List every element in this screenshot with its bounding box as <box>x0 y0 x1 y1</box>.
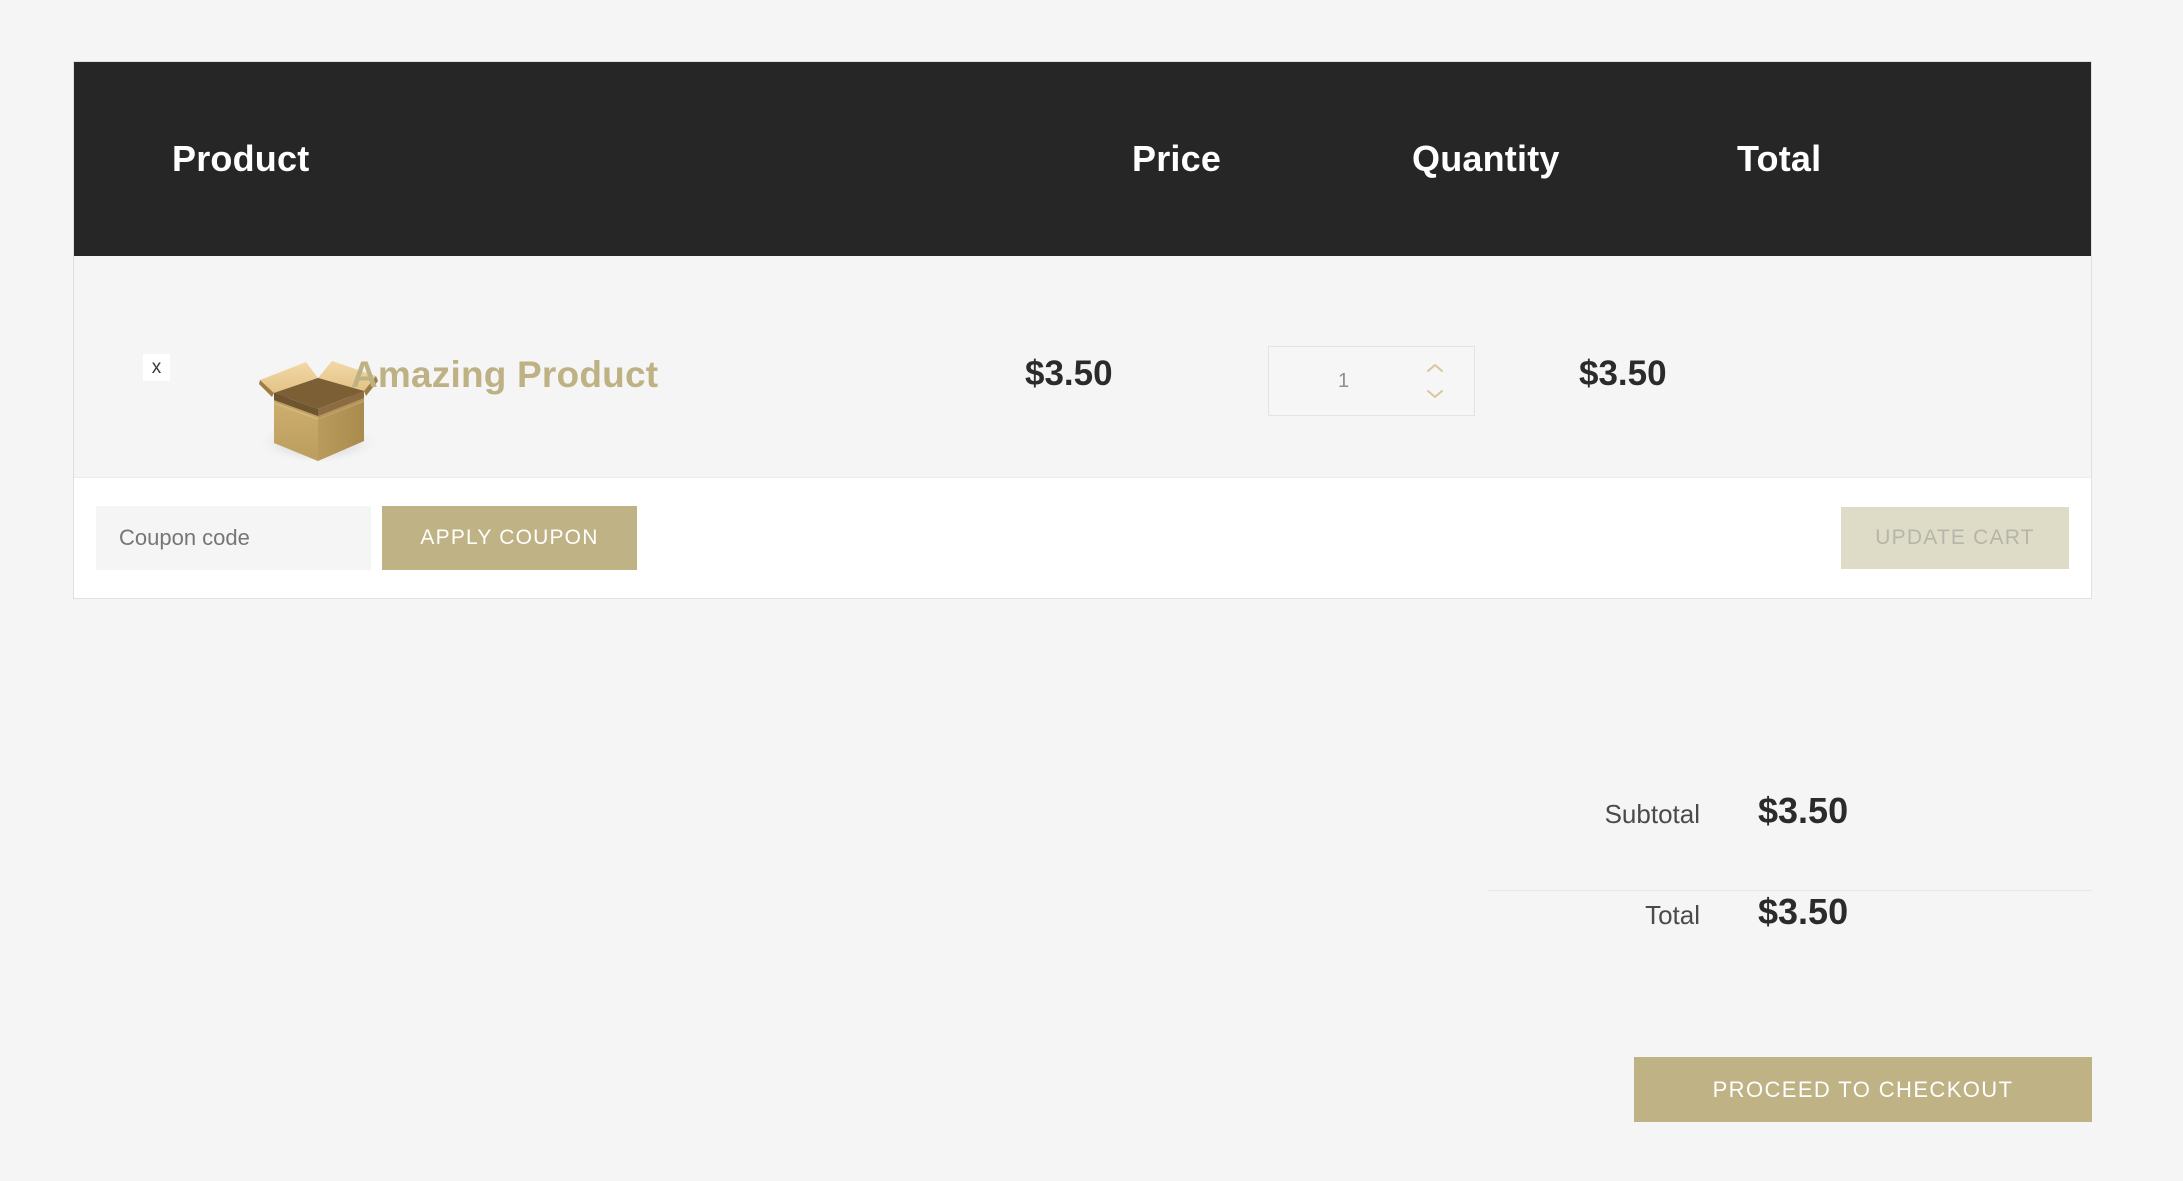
cell-product-name: Amazing Product <box>329 256 1009 396</box>
total-value: $3.50 <box>1758 891 1849 932</box>
total-row: Total $3.50 <box>1487 890 2092 991</box>
coupon-code-input[interactable] <box>96 506 371 570</box>
cell-line-total: $3.50 <box>1524 256 1804 394</box>
cell-price: $3.50 <box>1009 256 1249 394</box>
chevron-up-icon[interactable] <box>1418 362 1452 374</box>
product-price: $3.50 <box>1025 354 1113 393</box>
cell-quantity: 1 <box>1249 256 1524 416</box>
cart-actions-row: APPLY COUPON UPDATE CART <box>74 478 2091 598</box>
header-price: Price <box>1132 138 1222 179</box>
update-cart-button[interactable]: UPDATE CART <box>1841 507 2069 569</box>
cell-thumbnail <box>184 256 380 476</box>
cart-table-header: Product Price Quantity Total <box>74 62 2091 256</box>
table-row: x Amazing Product $3.50 1 $3.50 <box>74 256 2091 478</box>
cart-totals: Subtotal $3.50 Total $3.50 <box>1487 790 2092 991</box>
header-product: Product <box>172 138 310 179</box>
cart-table: Product Price Quantity Total x Amazing P… <box>73 61 2092 599</box>
quantity-stepper[interactable]: 1 <box>1268 346 1475 416</box>
proceed-to-checkout-button[interactable]: PROCEED TO CHECKOUT <box>1634 1057 2092 1122</box>
cart-page: Product Price Quantity Total x Amazing P… <box>0 0 2183 1181</box>
product-name-link[interactable]: Amazing Product <box>351 354 658 396</box>
subtotal-value: $3.50 <box>1758 790 1849 831</box>
total-label: Total <box>1645 900 1700 930</box>
header-total: Total <box>1737 138 1822 179</box>
cell-remove: x <box>74 256 184 381</box>
quantity-input[interactable]: 1 <box>1269 347 1418 415</box>
quantity-arrows <box>1418 347 1452 415</box>
header-quantity: Quantity <box>1412 138 1560 179</box>
chevron-down-icon[interactable] <box>1418 388 1452 400</box>
product-line-total: $3.50 <box>1579 354 1667 393</box>
subtotal-label: Subtotal <box>1604 799 1700 829</box>
subtotal-row: Subtotal $3.50 <box>1487 790 2092 890</box>
remove-item-button[interactable]: x <box>143 354 170 381</box>
apply-coupon-button[interactable]: APPLY COUPON <box>382 506 637 570</box>
